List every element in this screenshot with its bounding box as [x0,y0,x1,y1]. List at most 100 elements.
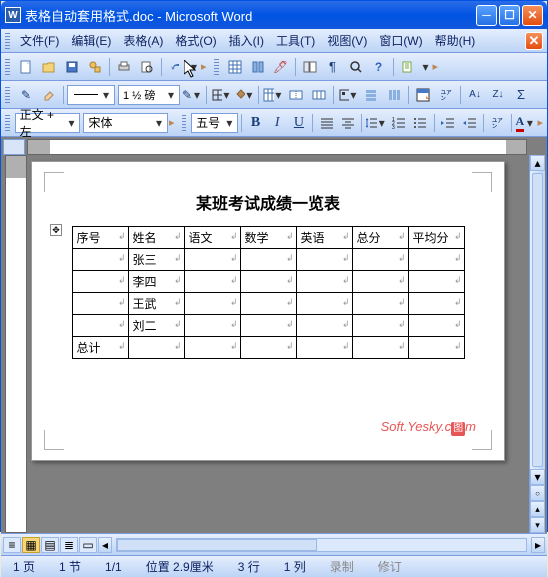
drawing-button[interactable]: 🖊 [270,56,292,78]
sort-desc-button[interactable]: Z↓ [487,84,509,106]
toolbar-grip-5[interactable] [182,115,187,131]
sort-asc-button[interactable]: A↓ [464,84,486,106]
close-button[interactable]: ✕ [522,5,543,26]
next-page-button[interactable]: ▾ [530,517,545,533]
print-button[interactable] [113,56,135,78]
print-preview-button[interactable] [136,56,158,78]
numbering-button[interactable]: 123 [388,112,409,134]
menu-file[interactable]: 文件(F) [14,30,65,51]
menu-format[interactable]: 格式(O) [169,30,222,51]
insert-table-btn2[interactable]: ▾ [262,84,284,106]
undo-dropdown[interactable]: ▾ [188,60,200,74]
h-scroll-thumb[interactable] [117,539,317,551]
research-button[interactable] [397,56,419,78]
horizontal-scrollbar[interactable] [116,538,527,552]
permission-button[interactable] [84,56,106,78]
columns-button[interactable] [247,56,269,78]
menu-help[interactable]: 帮助(H) [429,30,482,51]
maximize-button[interactable]: ☐ [499,5,520,26]
vertical-scrollbar[interactable]: ▴ ▾ ○ ▴ ▾ [529,155,545,533]
status-rec[interactable]: 录制 [326,558,358,575]
menu-insert[interactable]: 插入(I) [223,30,270,51]
align-justify-button[interactable] [316,112,337,134]
undo-button[interactable] [165,56,187,78]
print-layout-view-button[interactable]: ▤ [41,537,59,553]
open-button[interactable] [38,56,60,78]
underline-button[interactable]: U [289,112,310,134]
th-name[interactable]: 姓名↲ [128,227,184,249]
distribute-cols-button[interactable] [383,84,405,106]
scroll-thumb[interactable] [532,173,543,467]
th-avg[interactable]: 平均分↲ [408,227,464,249]
doc-map-button[interactable] [299,56,321,78]
split-cells-button[interactable] [308,84,330,106]
new-doc-button[interactable] [15,56,37,78]
normal-view-button[interactable]: ≡ [3,537,21,553]
research-dropdown[interactable]: ▾ [420,60,432,74]
horizontal-ruler[interactable] [27,139,527,155]
autosum-button[interactable]: Σ [510,84,532,106]
borders-button[interactable]: ▾ [210,84,232,106]
text-direction-button[interactable]: ㍐ [435,84,457,106]
ruler-corner[interactable] [3,139,25,155]
minimize-button[interactable]: ─ [476,5,497,26]
toolbar-grip-3[interactable] [5,87,10,103]
web-layout-view-button[interactable]: ▦ [22,537,40,553]
line-spacing-button[interactable]: ▾ [365,112,387,134]
overflow-icon-3[interactable]: ▸ [169,116,175,129]
doc-close-button[interactable]: ✕ [525,32,543,50]
status-rev[interactable]: 修订 [374,558,406,575]
menu-grip[interactable] [5,33,10,49]
distribute-rows-button[interactable] [360,84,382,106]
toolbar-grip-2[interactable] [214,59,219,75]
th-total[interactable]: 总分↲ [352,227,408,249]
bold-button[interactable]: B [245,112,266,134]
prev-page-button[interactable]: ▴ [530,501,545,517]
font-size-dropdown[interactable]: 五号▾ [191,113,238,133]
menu-view[interactable]: 视图(V) [321,30,373,51]
scroll-down-button[interactable]: ▾ [530,469,545,485]
outline-view-button[interactable]: ≣ [60,537,78,553]
menu-edit[interactable]: 编辑(E) [65,30,117,51]
align-button[interactable]: ▾ [337,84,359,106]
doc-heading[interactable]: 某班考试成绩一览表 [54,190,482,214]
help-button[interactable]: ? [368,56,390,78]
draw-table-button[interactable]: ✎ [15,84,37,106]
autoformat-button[interactable] [412,84,434,106]
toolbar-grip[interactable] [5,59,10,75]
zoom-button[interactable] [345,56,367,78]
decrease-indent-button[interactable] [438,112,459,134]
overflow-icon-4[interactable]: ▸ [538,116,544,129]
th-seq[interactable]: 序号↲ [72,227,128,249]
overflow-icon-2[interactable]: ▸ [433,60,439,73]
menu-window[interactable]: 窗口(W) [373,30,428,51]
style-dropdown[interactable]: 正文 + 左▾ [15,113,81,133]
align-center-button[interactable] [338,112,359,134]
save-button[interactable] [61,56,83,78]
th-chinese[interactable]: 语文↲ [184,227,240,249]
bullets-button[interactable] [410,112,431,134]
table-move-handle[interactable]: ✥ [50,224,62,236]
eraser-button[interactable] [38,84,60,106]
scroll-up-button[interactable]: ▴ [530,155,545,171]
increase-indent-button[interactable] [459,112,480,134]
insert-table-button[interactable] [224,56,246,78]
font-color-button[interactable]: A▾ [515,112,537,134]
line-style-dropdown[interactable]: ▾ [67,85,115,105]
th-math[interactable]: 数学↲ [240,227,296,249]
menu-tools[interactable]: 工具(T) [270,30,321,51]
scroll-left-button[interactable]: ◂ [98,537,112,553]
reading-view-button[interactable]: ▭ [79,537,97,553]
vertical-ruler[interactable] [5,155,27,533]
toolbar-grip-4[interactable] [5,115,10,131]
shading-button[interactable]: ▾ [233,84,255,106]
menu-table[interactable]: 表格(A) [117,30,169,51]
border-color-button[interactable]: ✎▾ [181,84,203,106]
browse-select-button[interactable]: ○ [530,485,545,501]
font-dropdown[interactable]: 宋体▾ [83,113,167,133]
line-weight-dropdown[interactable]: 1 ½ 磅▾ [118,85,180,105]
italic-button[interactable]: I [267,112,288,134]
scroll-right-button[interactable]: ▸ [531,537,545,553]
overflow-icon[interactable]: ▸ [201,60,207,73]
merge-cells-button[interactable] [285,84,307,106]
